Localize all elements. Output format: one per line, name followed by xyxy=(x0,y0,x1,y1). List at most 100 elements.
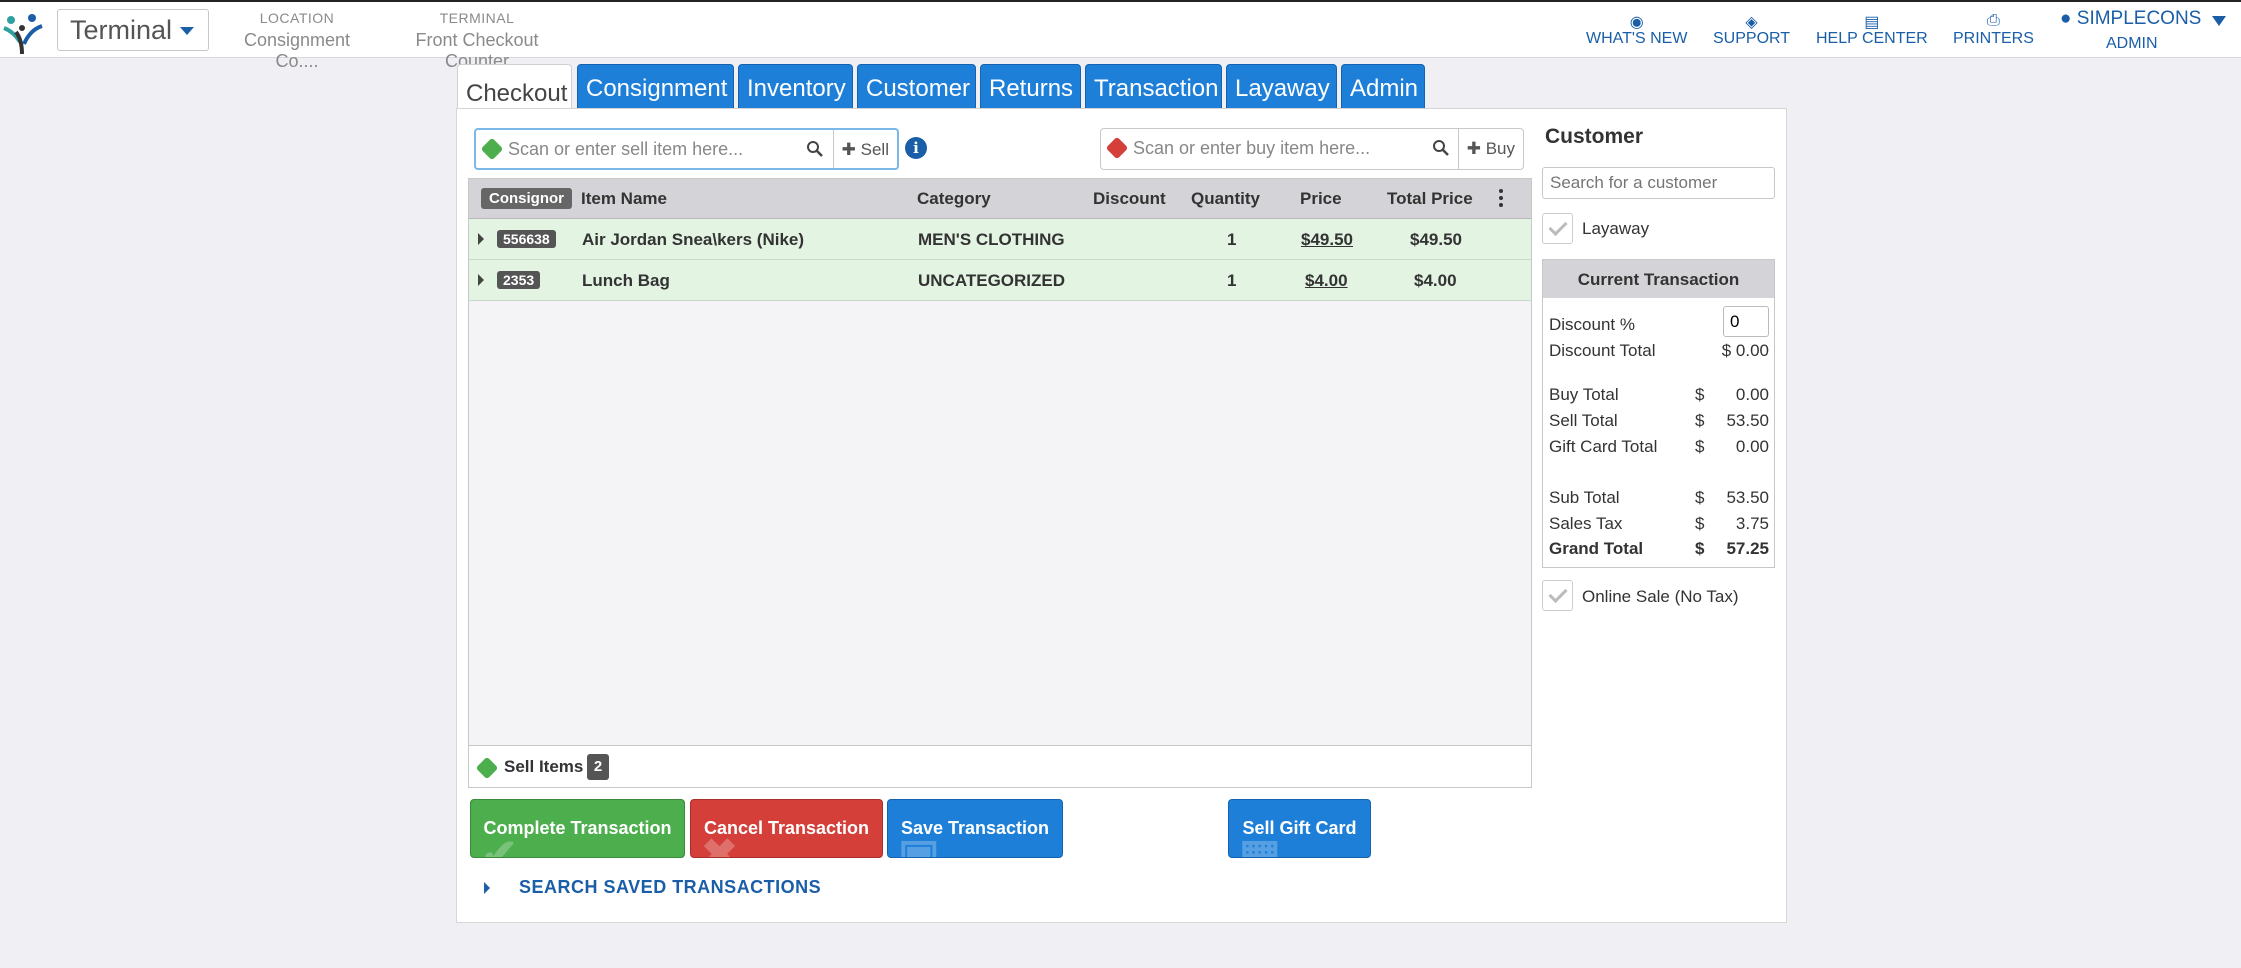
sell-scan-field[interactable]: Scan or enter sell item here... ✚ Sell xyxy=(474,128,899,170)
gift-card-total-label: Gift Card Total xyxy=(1549,437,1658,456)
expand-arrow-icon[interactable] xyxy=(478,233,484,245)
search-saved-transactions-label: SEARCH SAVED TRANSACTIONS xyxy=(519,877,822,897)
whats-new-link[interactable]: ◉ WHAT'S NEW xyxy=(1586,12,1687,48)
column-total-price[interactable]: Total Price xyxy=(1387,189,1473,209)
app-selector-label: Terminal xyxy=(70,15,173,45)
tab-consignment[interactable]: Consignment xyxy=(577,64,734,109)
app-selector-dropdown[interactable]: Terminal xyxy=(57,9,209,51)
tab-transaction[interactable]: Transaction xyxy=(1085,64,1222,109)
discount-percent-label: Discount % xyxy=(1549,315,1635,334)
column-quantity[interactable]: Quantity xyxy=(1191,189,1260,209)
sub-total-label: Sub Total xyxy=(1549,488,1620,507)
info-icon[interactable]: i xyxy=(905,137,927,159)
buy-add-button[interactable]: ✚ Buy xyxy=(1457,129,1523,169)
buy-button-label: Buy xyxy=(1485,139,1515,158)
location-info: LOCATION Consignment Co.... xyxy=(222,10,372,72)
check-icon: ✔ xyxy=(481,831,518,858)
column-category[interactable]: Category xyxy=(917,189,991,209)
table-row[interactable]: 556638 Air Jordan Snea\kers (Nike) MEN'S… xyxy=(469,219,1531,260)
sell-items-table: Consignor Item Name Category Discount Qu… xyxy=(468,178,1532,788)
sales-tax-label: Sales Tax xyxy=(1549,514,1623,533)
help-center-link[interactable]: ▤ HELP CENTER xyxy=(1816,12,1928,48)
plus-icon: ✚ xyxy=(841,140,856,159)
close-icon: ✖ xyxy=(701,831,738,858)
tab-returns[interactable]: Returns xyxy=(980,64,1081,109)
tab-checkout[interactable]: Checkout xyxy=(457,64,572,111)
discount-percent-input[interactable] xyxy=(1723,306,1769,337)
item-price[interactable]: $4.00 xyxy=(1305,271,1348,291)
sell-total-value: 53.50 xyxy=(1726,411,1769,430)
book-icon: ▤ xyxy=(1864,14,1880,31)
support-link[interactable]: ◈ SUPPORT xyxy=(1713,12,1790,48)
layaway-checkbox[interactable] xyxy=(1542,213,1573,244)
customer-title: Customer xyxy=(1545,125,1644,148)
sell-button-label: Sell xyxy=(860,140,889,159)
top-bar: Terminal LOCATION Consignment Co.... TER… xyxy=(0,0,2241,71)
location-label: LOCATION xyxy=(259,10,335,26)
item-name: Lunch Bag xyxy=(582,271,670,290)
item-category: MEN'S CLOTHING xyxy=(918,230,1065,249)
printers-label: PRINTERS xyxy=(1953,30,2034,47)
column-discount[interactable]: Discount xyxy=(1093,189,1166,209)
tab-admin[interactable]: Admin xyxy=(1341,64,1425,109)
discount-total-label: Discount Total xyxy=(1549,341,1656,360)
currency-symbol: $ xyxy=(1695,437,1705,456)
discount-total-value: $ 0.00 xyxy=(1721,341,1769,360)
user-menu[interactable]: ● SIMPLECONS xyxy=(2060,8,2210,30)
sell-scan-placeholder: Scan or enter sell item here... xyxy=(508,139,744,159)
item-price[interactable]: $49.50 xyxy=(1301,230,1353,250)
app-logo[interactable] xyxy=(2,10,46,54)
sub-total-value: 53.50 xyxy=(1726,488,1769,507)
currency-symbol: $ xyxy=(1695,514,1705,533)
printers-link[interactable]: ⎙ PRINTERS xyxy=(1953,12,2034,48)
item-quantity[interactable]: 1 xyxy=(1227,271,1236,291)
buy-scan-field[interactable]: Scan or enter buy item here... ✚ Buy xyxy=(1100,128,1524,170)
column-menu-icon[interactable] xyxy=(1499,189,1503,207)
table-footer: Sell Items 2 xyxy=(469,745,1531,787)
user-role: ADMIN xyxy=(2106,35,2158,52)
cancel-transaction-button[interactable]: ✖ Cancel Transaction xyxy=(690,799,883,858)
expand-arrow-icon xyxy=(484,882,490,894)
column-consignor[interactable]: Consignor xyxy=(481,188,572,209)
tab-layaway[interactable]: Layaway xyxy=(1226,64,1337,109)
consignor-badge[interactable]: 2353 xyxy=(497,271,541,289)
terminal-label: TERMINAL xyxy=(439,10,515,26)
user-icon: ● xyxy=(2060,8,2072,29)
item-quantity[interactable]: 1 xyxy=(1227,230,1236,250)
search-icon[interactable] xyxy=(806,140,824,158)
item-name: Air Jordan Snea\kers (Nike) xyxy=(582,230,805,249)
sell-add-button[interactable]: ✚ Sell xyxy=(832,130,897,168)
customer-search-input[interactable] xyxy=(1542,167,1775,199)
current-transaction-summary: Current Transaction Discount % Discount … xyxy=(1542,259,1775,568)
complete-transaction-button[interactable]: ✔ Complete Transaction xyxy=(470,799,685,858)
currency-symbol: $ xyxy=(1695,385,1705,404)
save-transaction-button[interactable]: ▣ Save Transaction xyxy=(887,799,1063,858)
floppy-disk-icon: ▣ xyxy=(898,831,940,858)
item-total: $4.00 xyxy=(1414,271,1457,290)
tag-icon xyxy=(480,137,504,161)
consignor-badge[interactable]: 556638 xyxy=(497,230,556,248)
search-icon[interactable] xyxy=(1432,139,1450,157)
support-label: SUPPORT xyxy=(1713,30,1791,47)
sell-gift-card-button[interactable]: ▦ Sell Gift Card xyxy=(1228,799,1371,858)
search-saved-transactions-link[interactable]: SEARCH SAVED TRANSACTIONS xyxy=(484,877,821,898)
location-value: Consignment Co.... xyxy=(243,30,351,71)
table-row[interactable]: 2353 Lunch Bag UNCATEGORIZED 1 $4.00 $4.… xyxy=(469,260,1531,301)
gift-icon: ▦ xyxy=(1239,831,1281,858)
column-price[interactable]: Price xyxy=(1300,189,1342,209)
currency-symbol: $ xyxy=(1695,488,1705,507)
tag-icon xyxy=(475,756,499,780)
buy-total-value: 0.00 xyxy=(1735,385,1769,404)
gift-card-total-value: 0.00 xyxy=(1735,437,1769,456)
column-item-name[interactable]: Item Name xyxy=(581,189,667,209)
online-sale-label: Online Sale (No Tax) xyxy=(1582,587,1739,606)
currency-symbol: $ xyxy=(1695,411,1705,430)
tab-customer[interactable]: Customer xyxy=(857,64,976,109)
expand-arrow-icon[interactable] xyxy=(478,274,484,286)
item-total: $49.50 xyxy=(1410,230,1462,249)
user-menu-chevron-icon[interactable] xyxy=(2212,16,2226,26)
buy-scan-placeholder: Scan or enter buy item here... xyxy=(1133,138,1371,158)
online-sale-checkbox[interactable] xyxy=(1542,580,1573,611)
sales-tax-value: 3.75 xyxy=(1735,514,1769,533)
tab-inventory[interactable]: Inventory xyxy=(738,64,853,109)
